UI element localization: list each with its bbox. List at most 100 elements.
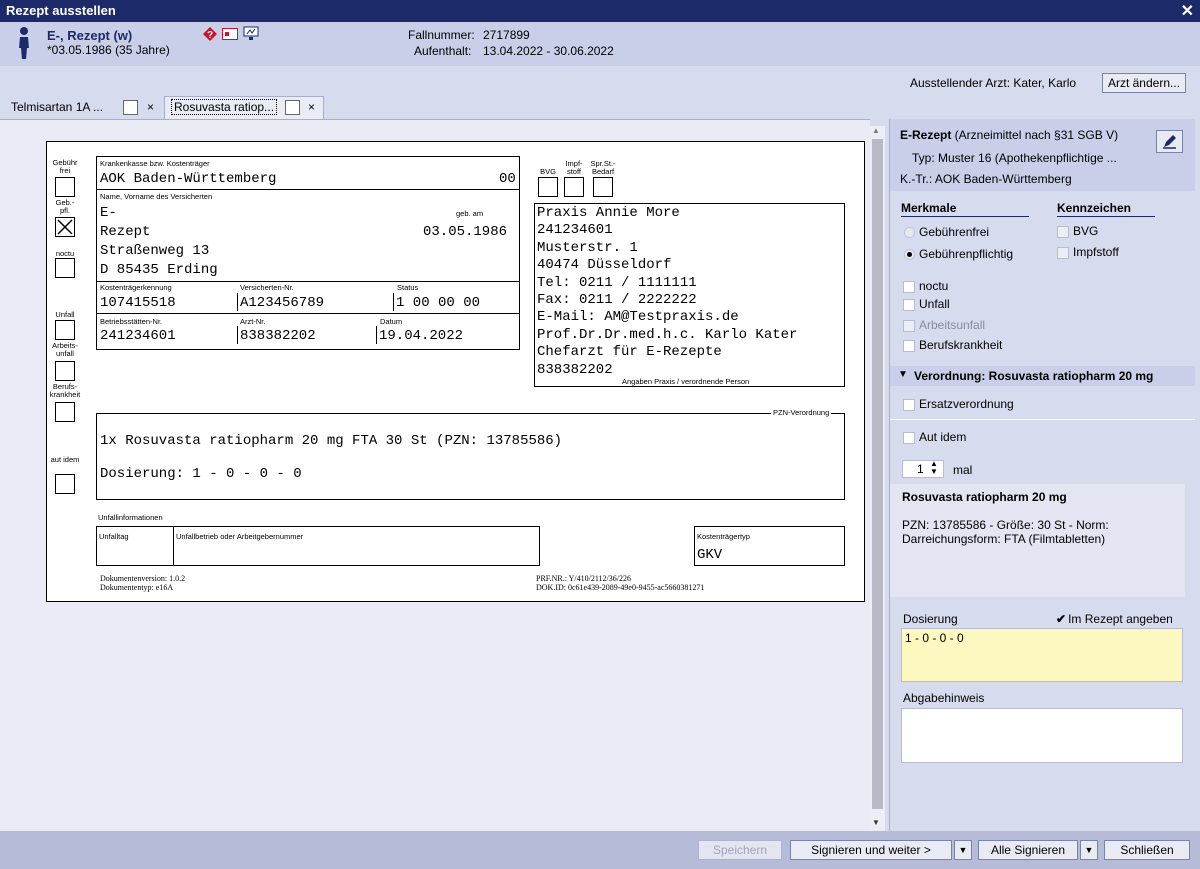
sign-next-button[interactable]: Signieren und weiter > [790,840,952,860]
dosierung-field[interactable]: 1 - 0 - 0 - 0 [901,628,1183,682]
tab-close-icon[interactable]: × [308,97,315,118]
name-label: Name, Vorname des Versicherten [100,192,213,201]
cross-mark-icon [57,219,73,235]
geb-value: 03.05.1986 [423,224,508,240]
praxis-line: Chefarzt für E-Rezepte [537,344,722,361]
kennzeichen-heading: Kennzeichen [1057,201,1132,215]
erezept-ktr: K.-Tr.: AOK Baden-Württemberg [900,172,1072,186]
tab-telmisartan[interactable]: Telmisartan 1A ... × [4,96,162,119]
quantity-stepper[interactable]: 1 ▲ ▼ [902,460,944,478]
bsnr: 241234601 [100,328,176,344]
checkbox-label: noctu [919,279,949,293]
arzt-nr: 838382202 [240,328,316,344]
change-doctor-button[interactable]: Arzt ändern... [1102,73,1186,93]
erezept-typ: Typ: Muster 16 (Apothekenpflichtige ... [912,151,1117,165]
checkbox-bvg[interactable]: BVG [1057,224,1098,238]
tab-checkbox[interactable] [123,100,138,115]
verordnung-section-header[interactable]: ▼ Verordnung: Rosuvasta ratiopharm 20 mg [890,366,1195,386]
pzn-caption: PZN-Verordnung [771,408,832,417]
sign-all-button[interactable]: Alle Signieren [978,840,1078,860]
arbeitsunfall-label: Arbeits- unfall [52,341,78,358]
radio-gebuehrenfrei[interactable]: Gebührenfrei [904,225,989,239]
praxis-line: 241234601 [537,222,613,239]
impfstoff-label: Impf- stoff [565,159,583,176]
tab-label: Rosuvasta ratiop... [171,99,278,115]
checkbox-im-rezept[interactable]: ✔ Im Rezept angeben [1056,612,1173,626]
bvg-box [538,177,558,197]
checkbox-berufskrankheit[interactable]: Berufskrankheit [903,338,1002,352]
gebuehr-frei-box [55,177,75,197]
radio-gebuehrenpflichtig[interactable]: Gebührenpflichtig [904,247,1013,261]
tab-close-icon[interactable]: × [147,97,154,118]
berufskrankheit-box [55,402,75,422]
close-icon[interactable]: ✕ [1181,1,1194,21]
doc-type: Dokumententyp: e16A [100,583,174,592]
merkmale-heading: Merkmale [901,201,957,215]
scroll-up-icon[interactable]: ▲ [872,126,880,135]
dosierung-text: Dosierung: 1 - 0 - 0 - 0 [100,466,302,482]
spr-bedarf-box [593,177,613,197]
tab-checkbox[interactable] [285,100,300,115]
sign-next-dropdown-icon[interactable]: ▼ [954,840,972,860]
street: Straßenweg 13 [100,243,210,259]
collapse-arrow-icon: ▼ [898,369,908,380]
name-line1: E- [100,205,117,221]
patient-name: E-, Rezept (w) [47,28,133,43]
monitor-icon[interactable] [243,26,259,41]
close-button[interactable]: Schließen [1104,840,1190,860]
checkmark-icon: ✔ [1056,612,1067,626]
geb-label: geb. am [456,209,484,218]
scrollbar-thumb[interactable] [872,139,883,809]
verordnung-header: Verordnung: Rosuvasta ratiopharm 20 mg [914,369,1154,383]
checkbox-arbeitsunfall[interactable]: Arbeitsunfall [903,318,985,332]
praxis-line: Musterstr. 1 [537,239,638,256]
unfallinfo-label: Unfallinformationen [98,513,163,522]
drug-info: PZN: 13785586 - Größe: 30 St - Norm: Dar… [902,518,1109,546]
bsnr-label: Betriebsstätten-Nr. [100,317,163,326]
praxis-line: E-Mail: AM@Testpraxis.de [537,309,739,326]
pzn-block [96,413,845,500]
edit-button[interactable] [1156,130,1183,153]
checkbox-icon [1057,246,1069,259]
stepper-down-icon[interactable]: ▼ [930,468,938,476]
sign-all-dropdown-icon[interactable]: ▼ [1080,840,1098,860]
checkbox-unfall[interactable]: Unfall [903,297,950,311]
case-number: 2717899 [483,28,530,42]
dok-id-block: PRF.NR.: Y/410/2112/36/226 DOK.ID: 0c61e… [536,574,704,592]
tab-rosuvasta[interactable]: Rosuvasta ratiop... × [164,96,324,120]
abgabehinweis-field[interactable] [901,708,1183,763]
kt-typ-label: Kostenträgertyp [697,532,750,541]
pencil-icon [1163,135,1176,149]
checkbox-aut-idem[interactable]: Aut idem [903,430,966,444]
card-icon[interactable] [222,28,238,40]
quantity-unit: mal [953,463,973,477]
checkbox-icon [903,298,915,311]
erezept-title-bold: E-Rezept [900,128,952,142]
tab-label: Telmisartan 1A ... [11,100,104,114]
vers-nr: A123456789 [240,295,325,311]
dosierung-label: Dosierung [903,612,958,626]
svg-text:?: ? [207,30,213,41]
issuing-doctor: Ausstellender Arzt: Kater, Karlo [910,76,1077,90]
radio-label: Gebührenfrei [919,225,990,239]
scrollbar[interactable]: ▲ ▼ [870,126,885,831]
unfallbetrieb-label: Unfallbetrieb oder Arbeitgebernummer [176,532,304,541]
window-title: Rezept ausstellen [6,3,116,18]
save-button[interactable]: Speichern [698,840,782,860]
checkbox-ersatzverordnung[interactable]: Ersatzverordnung [903,397,1014,411]
checkbox-label: Arbeitsunfall [919,318,986,332]
gebuehr-frei-label: Gebühr frei [52,158,78,175]
kasse-label: Krankenkasse bzw. Kostenträger [100,159,210,168]
arzt-nr-label: Arzt-Nr. [240,317,266,326]
berufskrankheit-label: Berufs- krankheit [49,382,81,399]
checkbox-noctu[interactable]: noctu [903,279,948,293]
stay-dates: 13.04.2022 - 30.06.2022 [483,44,614,58]
scroll-down-icon[interactable]: ▼ [872,818,880,827]
erezept-title: E-Rezept (Arzneimittel nach §31 SGB V) [900,128,1118,142]
praxis-line: Fax: 0211 / 2222222 [537,292,697,309]
warning-diamond-icon[interactable]: ? [203,27,217,41]
bvg-label: BVG [540,167,556,176]
checkbox-impfstoff[interactable]: Impfstoff [1057,245,1119,259]
case-number-label: Fallnummer: [408,28,475,42]
unfall-box [55,320,75,340]
